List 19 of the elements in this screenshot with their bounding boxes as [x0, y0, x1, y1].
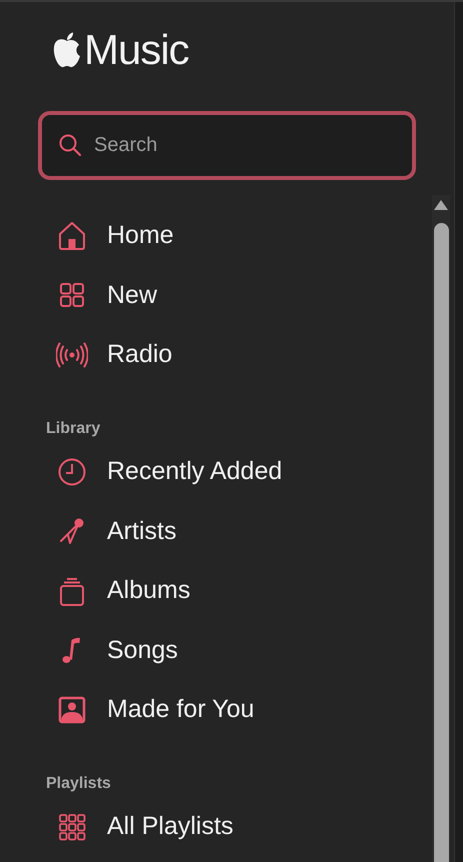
home-icon: [56, 220, 88, 252]
app-name: Music: [84, 28, 189, 72]
apple-icon: [52, 32, 82, 68]
search-field[interactable]: Search: [38, 111, 416, 180]
scrollbar-thumb[interactable]: [434, 223, 449, 862]
sidebar-item[interactable]: Home: [0, 206, 432, 266]
sidebar-item[interactable]: New: [0, 266, 432, 326]
sidebar-item[interactable]: Albums: [0, 560, 432, 621]
section-header: Playlists: [45, 774, 112, 794]
sidebar-item[interactable]: Made for You: [0, 680, 432, 740]
sidebar-item[interactable]: All Playlists: [0, 796, 432, 856]
scroll-up-icon[interactable]: [434, 200, 448, 210]
clock-icon: [56, 456, 88, 488]
sidebar-item[interactable]: Artists: [0, 501, 432, 561]
sidebar-item[interactable]: Recently Added: [0, 442, 432, 502]
sidebar-item[interactable]: Songs: [0, 620, 432, 680]
scrollbar[interactable]: [432, 195, 450, 862]
sidebar-item[interactable]: Radio: [0, 325, 432, 385]
section-header: Library: [45, 418, 102, 439]
